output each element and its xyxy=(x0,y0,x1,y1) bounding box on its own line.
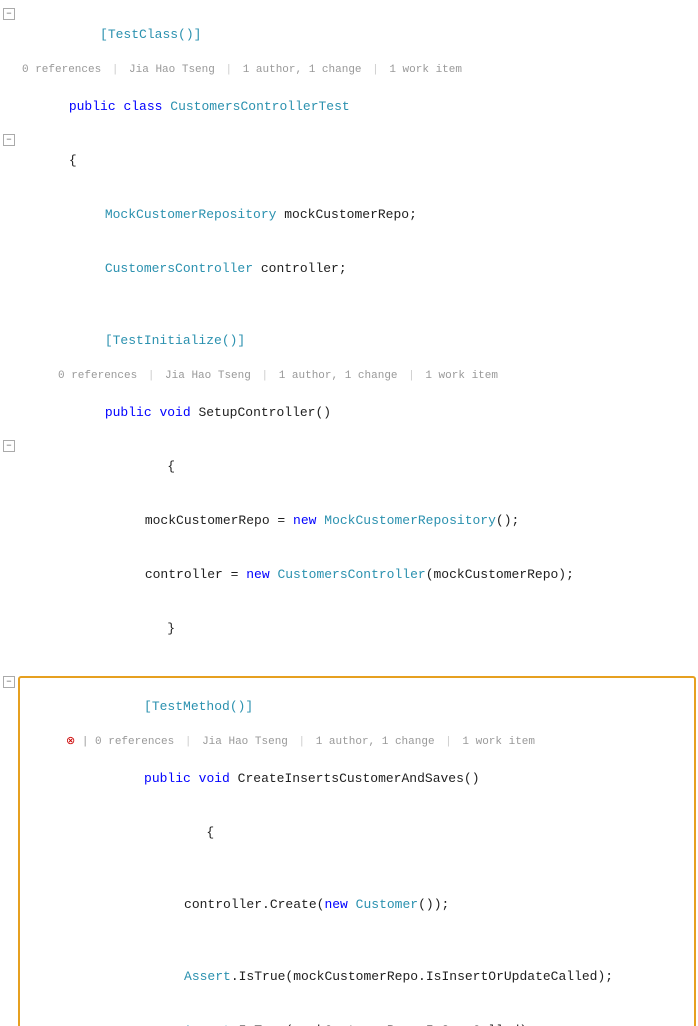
line-12: } xyxy=(0,602,698,656)
collapse-btn-setup[interactable]: − xyxy=(0,440,18,452)
hl-line-8: Assert.IsTrue(mockCustomerRepo.IsSaveCal… xyxy=(26,1004,688,1026)
line-11: controller = new CustomersController(moc… xyxy=(0,548,698,602)
line-4: MockCustomerRepository mockCustomerRepo; xyxy=(0,188,698,242)
collapse-btn-class[interactable]: − xyxy=(0,134,18,146)
line-13 xyxy=(0,656,698,674)
error-icon: ⊗ xyxy=(66,736,75,748)
line-7: [TestInitialize()] xyxy=(0,314,698,368)
hl-line-1: [TestMethod()] xyxy=(26,680,688,734)
collapse-btn-1[interactable]: − xyxy=(0,8,18,20)
highlighted-section: − [TestMethod()] ⊗ | 0 references | Jia … xyxy=(0,674,698,1026)
line-9: − { xyxy=(0,440,698,494)
hl-meta: ⊗ | 0 references | Jia Hao Tseng | 1 aut… xyxy=(26,734,688,752)
line-3: − { xyxy=(0,134,698,188)
line-meta-2: 0 references | Jia Hao Tseng | 1 author,… xyxy=(0,368,698,386)
line-meta-1: 0 references | Jia Hao Tseng | 1 author,… xyxy=(0,62,698,80)
line-6 xyxy=(0,296,698,314)
line-1-content: [TestClass()] xyxy=(18,8,698,62)
line-2-content: public class CustomersControllerTest xyxy=(18,80,698,134)
hl-line-2: public void CreateInsertsCustomerAndSave… xyxy=(26,752,688,806)
hl-line-7: Assert.IsTrue(mockCustomerRepo.IsInsertO… xyxy=(26,950,688,1004)
line-1: − [TestClass()] xyxy=(0,8,698,62)
line-5: CustomersController controller; xyxy=(0,242,698,296)
code-editor: − [TestClass()] 0 references | Jia Hao T… xyxy=(0,0,698,1026)
line-10: mockCustomerRepo = new MockCustomerRepos… xyxy=(0,494,698,548)
collapse-btn-highlighted[interactable]: − xyxy=(0,676,18,688)
line-8: public void SetupController() xyxy=(0,386,698,440)
line-2: public class CustomersControllerTest xyxy=(0,80,698,134)
hl-line-4 xyxy=(26,860,688,878)
hl-line-3: { xyxy=(26,806,688,860)
line-3-content: { xyxy=(18,134,698,188)
hl-line-5: controller.Create(new Customer()); xyxy=(26,878,688,932)
hl-line-6 xyxy=(26,932,688,950)
